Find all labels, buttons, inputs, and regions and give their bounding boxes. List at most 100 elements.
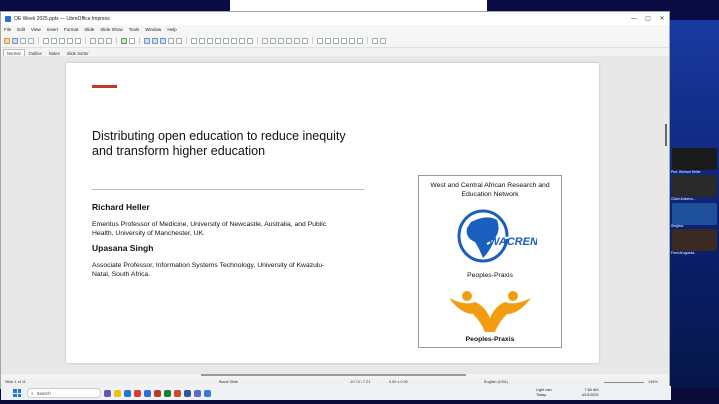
menu-format[interactable]: Format (64, 27, 78, 32)
fontwork-icon[interactable] (176, 37, 182, 44)
status-zoom[interactable]: 145% (648, 380, 658, 384)
status-slide-count: Slide 1 of 11 (5, 380, 26, 384)
vertical-scrollbar-thumb[interactable] (665, 124, 667, 146)
undo-icon[interactable] (67, 37, 73, 44)
redo-icon[interactable] (75, 37, 81, 44)
align-icon[interactable] (341, 37, 347, 44)
title-bar: OE Week 2025.pptx — LibreOffice Impress … (1, 12, 669, 25)
menu-file[interactable]: File (4, 27, 11, 32)
presenter-name-2[interactable]: Upasana Singh (92, 243, 153, 253)
menu-help[interactable]: Help (167, 27, 176, 32)
menu-view[interactable]: View (31, 27, 41, 32)
basic-shapes-icon[interactable] (262, 37, 268, 44)
taskbar-search[interactable]: ⌕ Search (27, 388, 101, 398)
toggle-extrusion-icon[interactable] (372, 37, 378, 44)
menu-edit[interactable]: Edit (17, 27, 25, 32)
org-title: West and Central African Research and Ed… (430, 182, 550, 198)
close-button[interactable]: ✕ (655, 15, 669, 22)
peoples-praxis-wordmark: Peoples-Praxis (465, 336, 515, 343)
ellipse-icon[interactable] (215, 37, 221, 44)
partner-logos-box[interactable]: West and Central African Research and Ed… (418, 175, 562, 348)
find-icon[interactable] (90, 37, 96, 44)
display-views-icon[interactable] (380, 37, 386, 44)
zoom-slider[interactable] (604, 381, 644, 383)
impress-taskbar-icon[interactable] (204, 389, 211, 397)
copy-icon[interactable] (51, 37, 57, 44)
windows-start-icon[interactable] (13, 389, 21, 397)
cut-icon[interactable] (43, 37, 49, 44)
excel-icon[interactable] (164, 389, 171, 397)
select-icon[interactable] (191, 37, 197, 44)
start-show-icon[interactable] (121, 37, 127, 44)
menu-insert[interactable]: Insert (47, 27, 58, 32)
affiliation-2-text: Associate Professor, Information Systems… (92, 262, 325, 278)
presenter-affiliation-2[interactable]: Associate Professor, Information Systems… (92, 261, 332, 279)
file-explorer-icon[interactable] (114, 389, 121, 397)
participant-tile-2[interactable] (672, 175, 717, 197)
arrow-icon[interactable] (231, 37, 237, 44)
word-icon[interactable] (184, 389, 191, 397)
curve-icon[interactable] (239, 37, 245, 44)
menu-bar: File Edit View Insert Format Slide Slide… (1, 25, 669, 34)
textbox-icon[interactable] (168, 37, 174, 44)
rotate-icon[interactable] (333, 37, 339, 44)
chart-icon[interactable] (160, 37, 166, 44)
connector-icon[interactable] (247, 37, 253, 44)
zoom-icon[interactable] (199, 37, 205, 44)
status-size: 0.00 x 0.00 (389, 380, 408, 384)
shadow-icon[interactable] (357, 37, 363, 44)
impress-app-icon (5, 15, 11, 22)
powerpoint-icon[interactable] (174, 389, 181, 397)
clock-date: 4/10/2025 (581, 393, 599, 397)
presenter-affiliation-1[interactable]: Emeritus Professor of Medicine, Universi… (92, 220, 342, 238)
weather-widget[interactable]: Light rain Today (536, 388, 552, 398)
present-icon[interactable] (129, 37, 135, 44)
spelling-icon[interactable] (98, 37, 104, 44)
menu-slide-show[interactable]: Slide Show (100, 27, 123, 32)
zoom-app-icon[interactable] (144, 389, 151, 397)
teams-icon[interactable] (194, 389, 201, 397)
status-language[interactable]: English (USA) (484, 380, 574, 384)
save-icon[interactable] (12, 37, 18, 44)
slide[interactable]: Distributing open education to reduce in… (66, 63, 599, 363)
table-icon[interactable] (144, 37, 150, 44)
slide-title[interactable]: Distributing open education to reduce in… (92, 129, 352, 159)
menu-window[interactable]: Window (145, 27, 161, 32)
glue-icon[interactable] (325, 37, 331, 44)
menu-slide[interactable]: Slide (84, 27, 94, 32)
app-icon[interactable] (154, 389, 161, 397)
slide-canvas: Distributing open education to reduce in… (1, 56, 669, 374)
arrange-icon[interactable] (349, 37, 355, 44)
line-icon[interactable] (223, 37, 229, 44)
peoples-praxis-logo (449, 291, 531, 332)
edge-icon[interactable] (124, 389, 131, 397)
chrome-icon[interactable] (134, 389, 141, 397)
stars-icon[interactable] (302, 37, 308, 44)
participant-tile-1[interactable] (672, 148, 717, 170)
taskbar: ⌕ Search Light rain Today 7:50 AM 4/10/2… (1, 386, 671, 400)
horizontal-scrollbar[interactable] (201, 374, 466, 376)
print-icon[interactable] (28, 37, 34, 44)
toolbar-separator (312, 37, 313, 44)
participant-tile-4[interactable] (672, 229, 717, 251)
symbol-shapes-icon[interactable] (270, 37, 276, 44)
minimize-button[interactable]: — (627, 16, 641, 22)
open-icon[interactable] (4, 37, 10, 44)
block-arrows-icon[interactable] (278, 37, 284, 44)
callouts-icon[interactable] (294, 37, 300, 44)
image-icon[interactable] (152, 37, 158, 44)
points-icon[interactable] (317, 37, 323, 44)
flowchart-icon[interactable] (286, 37, 292, 44)
rectangle-icon[interactable] (207, 37, 213, 44)
clock[interactable]: 7:50 AM 4/10/2025 (582, 388, 599, 398)
toolbar-separator (38, 37, 39, 44)
task-view-icon[interactable] (104, 389, 111, 397)
export-pdf-icon[interactable] (20, 37, 26, 44)
toolbar-separator (85, 37, 86, 44)
participant-tile-3[interactable] (672, 203, 717, 225)
menu-tools[interactable]: Tools (129, 27, 140, 32)
paste-icon[interactable] (59, 37, 65, 44)
maximize-button[interactable]: ▢ (641, 15, 655, 22)
presenter-name-1[interactable]: Richard Heller (92, 202, 150, 212)
grid-icon[interactable] (106, 37, 112, 44)
